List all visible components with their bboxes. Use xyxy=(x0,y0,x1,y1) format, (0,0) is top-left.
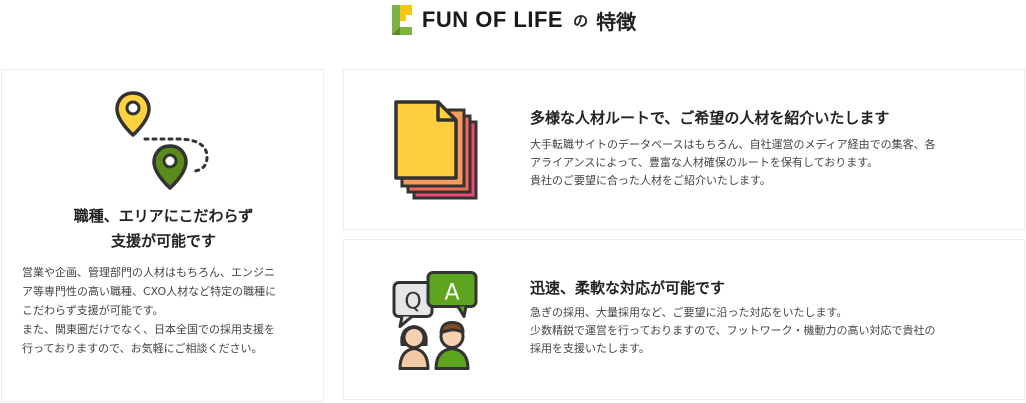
description-line: 大手転職サイトのデータベースはもちろん、自社運営のメディア経由での集客、各 xyxy=(530,138,936,151)
description-line: 採用を支援いたします。 xyxy=(530,342,650,355)
card-description: 営業や企画、管理部門の人材はもちろん、エンジニ ア等専門性の高い職種、CXO人材… xyxy=(22,263,312,358)
page-header: FUN OF LIFE の 特徴 xyxy=(0,0,1026,40)
bubble-a-label: A xyxy=(444,281,459,306)
description-line: 行っておりますので、お気軽にご相談ください。 xyxy=(22,342,263,355)
card-title-line: 職種、エリアにこだわらず xyxy=(73,207,254,225)
description-line: 急ぎの採用、大量採用など、ご要望に沿った対応をいたします。 xyxy=(530,306,848,319)
card-title: 迅速、柔軟な対応が可能です xyxy=(530,279,726,297)
fun-of-life-logo-icon xyxy=(391,5,412,35)
location-pins-icon xyxy=(115,91,209,190)
feature-card-occupation-area: 職種、エリアにこだわらず 支援が可能です 営業や企画、管理部門の人材はもちろん、… xyxy=(1,69,324,402)
stacked-documents-icon xyxy=(394,100,478,200)
description-line: 貴社のご要望に合った人材をご紹介いたします。 xyxy=(530,174,771,187)
description-line: こだわらず支援が可能です。 xyxy=(22,304,164,317)
brand-name: FUN OF LIFE xyxy=(421,7,564,32)
description-line: また、関東圏だけでなく、日本全国での採用支援を xyxy=(22,323,275,336)
description-line: ア等専門性の高い職種、CXO人材など特定の職種に xyxy=(22,285,277,298)
description-line: 営業や企画、管理部門の人材はもちろん、エンジニ xyxy=(22,266,275,279)
feature-card-quick-response: Q A 迅速、柔軟な対応が可能です 急ぎの採用、大量採用など、ご要望に沿った対応… xyxy=(343,239,1025,400)
card-title: 多様な人材ルートで、ご希望の人材を紹介いたします xyxy=(530,109,890,127)
brand-connector: の xyxy=(573,11,589,30)
qa-chat-people-icon: Q A xyxy=(392,271,478,370)
card-description: 大手転職サイトのデータベースはもちろん、自社運営のメディア経由での集客、各 アラ… xyxy=(530,136,1000,190)
features-title: 特徴 xyxy=(596,9,637,34)
description-line: 少数精鋭で運営を行っておりますので、フットワーク・機動力の高い対応で貴社の xyxy=(530,324,936,337)
card-title: 職種、エリアにこだわらず 支援が可能です xyxy=(2,204,325,254)
description-line: アライアンスによって、豊富な人材確保のルートを保有しております。 xyxy=(530,156,879,169)
brand-heading: FUN OF LIFE の 特徴 xyxy=(390,3,636,37)
card-description: 急ぎの採用、大量採用など、ご要望に沿った対応をいたします。 少数精鋭で運営を行っ… xyxy=(530,304,1000,358)
bubble-q-label: Q xyxy=(404,290,421,315)
feature-card-talent-routes: 多様な人材ルートで、ご希望の人材を紹介いたします 大手転職サイトのデータベースは… xyxy=(343,69,1025,230)
card-title-line: 支援が可能です xyxy=(110,232,216,250)
